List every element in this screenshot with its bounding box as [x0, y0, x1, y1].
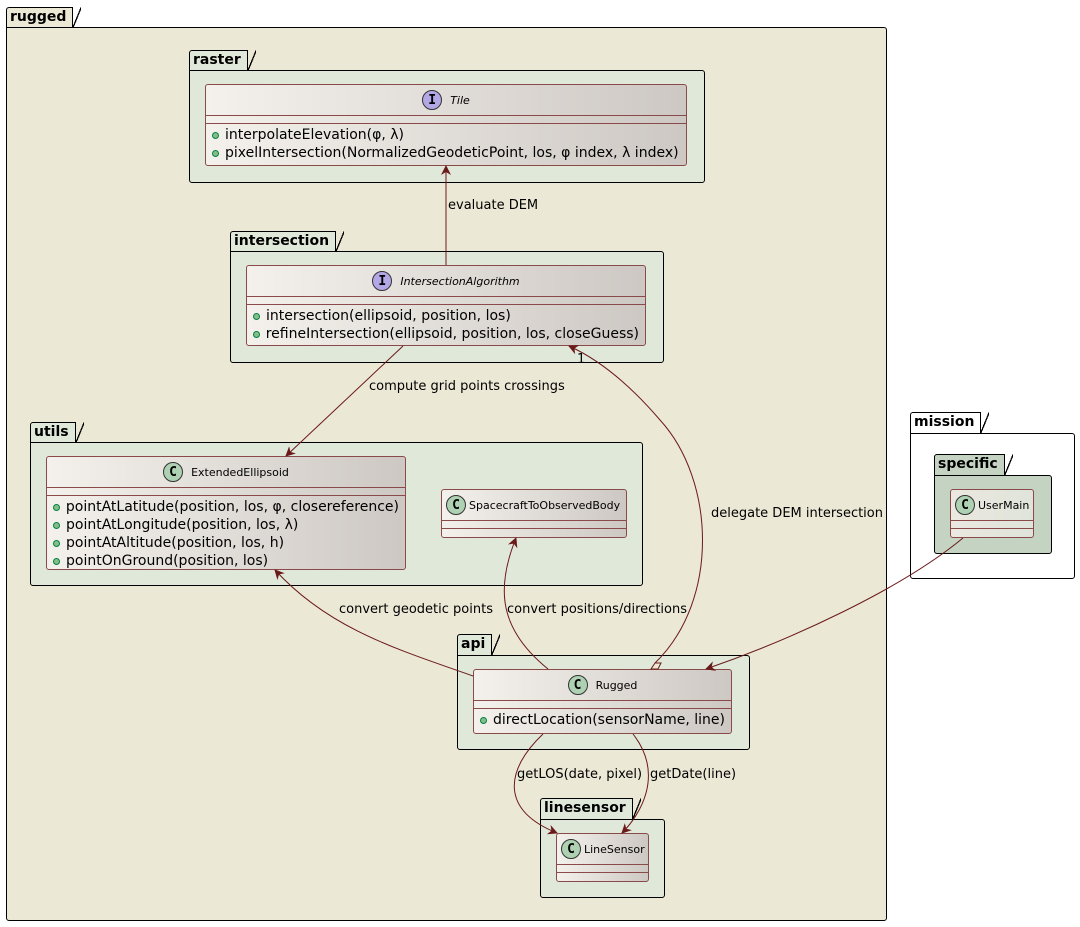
class-name: Rugged	[595, 678, 638, 692]
class-name: Tile	[450, 93, 470, 107]
package-tab-raster: raster	[189, 49, 256, 72]
package-tab-specific: specific	[934, 453, 1013, 476]
package-tab-linesensor: linesensor	[540, 797, 641, 820]
relation-label: convert positions/directions	[507, 602, 687, 617]
package-tab-mission: mission	[910, 411, 990, 434]
class-name: LineSensor	[584, 842, 645, 856]
class-name: UserMain	[978, 498, 1030, 512]
class-extended-ellipsoid[interactable]: C ExtendedEllipsoid pointAtLatitude(posi…	[46, 456, 406, 570]
package-tab-intersection: intersection	[230, 230, 345, 253]
method: refineIntersection(ellipsoid, position, …	[253, 325, 639, 343]
method: pointAtAltitude(position, los, h)	[53, 534, 399, 552]
class-spacecraft-to-observed-body[interactable]: C SpacecraftToObservedBody	[441, 489, 627, 538]
method: intersection(ellipsoid, position, los)	[253, 307, 639, 325]
public-method-icon	[53, 521, 60, 529]
class-name: ExtendedEllipsoid	[191, 465, 289, 479]
package-tab-api: api	[457, 633, 501, 656]
class-name: SpacecraftToObservedBody	[469, 498, 621, 512]
relation-label: convert geodetic points	[339, 602, 493, 617]
class-icon: C	[955, 495, 975, 515]
relation-label: getLOS(date, pixel)	[517, 767, 643, 782]
class-line-sensor[interactable]: C LineSensor	[556, 833, 649, 882]
public-method-icon	[212, 149, 219, 157]
public-method-icon	[253, 330, 260, 338]
public-method-icon	[53, 539, 60, 547]
relation-label: getDate(line)	[650, 767, 737, 782]
public-method-icon	[253, 312, 260, 320]
class-name: IntersectionAlgorithm	[400, 274, 520, 288]
relation-label: delegate DEM intersection	[711, 506, 883, 521]
class-icon: C	[567, 675, 588, 695]
public-method-icon	[212, 131, 219, 139]
relation-label: compute grid points crossings	[369, 379, 565, 394]
method: pixelIntersection(NormalizedGeodeticPoin…	[212, 144, 680, 162]
method: pointAtLongitude(position, los, λ)	[53, 516, 399, 534]
package-tab-utils: utils	[30, 421, 84, 444]
public-method-icon	[53, 503, 60, 511]
method: pointOnGround(position, los)	[53, 552, 399, 570]
class-icon: C	[163, 462, 184, 482]
method: pointAtLatitude(position, los, φ, closer…	[53, 498, 399, 516]
class-icon: C	[446, 495, 466, 515]
relation-label: evaluate DEM	[448, 198, 539, 213]
class-tile[interactable]: I Tile interpolateElevation(φ, λ) pixelI…	[205, 84, 687, 166]
class-user-main[interactable]: C UserMain	[950, 489, 1034, 538]
method: interpolateElevation(φ, λ)	[212, 126, 680, 144]
interface-icon: I	[372, 271, 393, 291]
public-method-icon	[53, 557, 60, 565]
class-rugged[interactable]: C Rugged directLocation(sensorName, line…	[473, 669, 732, 734]
class-icon: C	[561, 839, 581, 859]
class-intersection-algorithm[interactable]: I IntersectionAlgorithm intersection(ell…	[246, 265, 646, 346]
multiplicity-label: 1	[577, 352, 586, 367]
interface-icon: I	[422, 90, 443, 110]
public-method-icon	[480, 716, 487, 724]
package-tab-rugged: rugged	[6, 6, 82, 29]
method: directLocation(sensorName, line)	[480, 711, 725, 729]
